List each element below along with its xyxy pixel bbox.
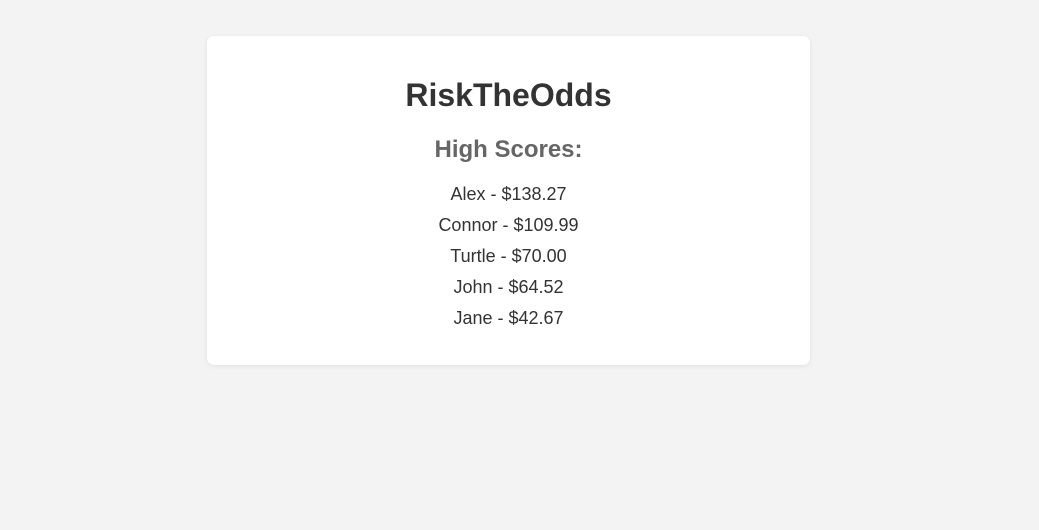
score-entry: John - $64.52 xyxy=(453,277,564,297)
score-entry: Connor - $109.99 xyxy=(438,215,579,235)
high-scores-list: Alex - $138.27 Connor - $109.99 Turtle -… xyxy=(207,180,810,335)
high-scores-card: RiskTheOdds High Scores: Alex - $138.27 … xyxy=(207,36,810,365)
score-entry: Turtle - $70.00 xyxy=(450,246,567,266)
high-scores-heading: High Scores: xyxy=(434,136,583,163)
score-entry: Alex - $138.27 xyxy=(450,184,567,204)
score-entry: Jane - $42.67 xyxy=(453,308,564,328)
page-title: RiskTheOdds xyxy=(405,77,612,113)
